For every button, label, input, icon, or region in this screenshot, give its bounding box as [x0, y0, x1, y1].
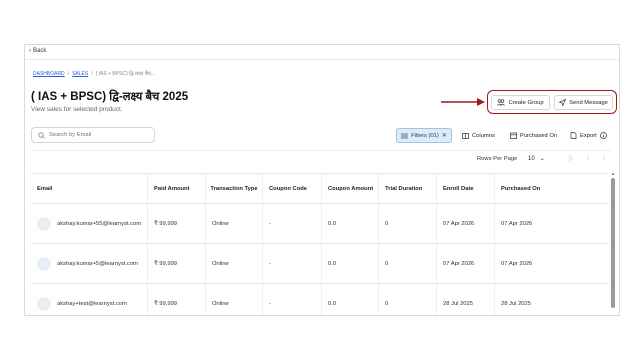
purchased-on-cell: 07 Apr 2026: [501, 260, 533, 267]
back-link[interactable]: ‹ Back: [29, 48, 46, 54]
coupon-amount-cell: 0.0: [322, 204, 379, 243]
send-icon: [559, 99, 567, 106]
column-header[interactable]: Coupon Code: [263, 174, 322, 203]
prev-page-icon[interactable]: ‹: [587, 155, 589, 162]
back-label: Back: [33, 48, 47, 54]
email-cell: akshay.kumar+55@learnyst.com: [31, 204, 148, 243]
next-page-icon[interactable]: ›: [603, 155, 605, 162]
enroll-date-cell: 28 Jul 2025: [437, 284, 495, 315]
divider: [25, 59, 619, 60]
annotation-arrow: [441, 98, 485, 106]
purchased-on-button[interactable]: Purchased On: [510, 128, 557, 143]
column-header[interactable]: Paid Amount: [148, 174, 206, 203]
coupon-amount-cell: 0.0: [322, 244, 379, 283]
column-header[interactable]: Transaction Type: [206, 174, 263, 203]
export-label: Export: [580, 132, 597, 139]
export-button[interactable]: Export: [570, 128, 607, 143]
first-page-icon[interactable]: |‹: [569, 155, 573, 162]
columns-icon: [462, 132, 469, 139]
avatar: [37, 256, 51, 271]
sales-table: Email Paid Amount Transaction Type Coupo…: [31, 173, 609, 315]
column-header[interactable]: Email: [31, 174, 148, 203]
chevron-down-icon: ⌄: [539, 156, 545, 162]
purchased-on-label: Purchased On: [520, 132, 558, 139]
filter-icon: [401, 133, 409, 138]
rows-per-page-value: 10: [528, 155, 535, 162]
table-header-row: Email Paid Amount Transaction Type Coupo…: [31, 174, 609, 204]
page-title: ( IAS + BPSC) द्वि-लक्ष्य बैच 2025: [31, 91, 189, 103]
app-window: ‹ Back DASHBOARD / SALES / ( IAS + BPSC)…: [24, 44, 620, 316]
breadcrumb-dashboard[interactable]: DASHBOARD: [33, 71, 65, 77]
paid-amount-cell: ₹ 99,999: [148, 204, 206, 243]
trial-duration-cell: 0: [379, 284, 437, 315]
vertical-scrollbar[interactable]: [611, 178, 615, 308]
search-input[interactable]: [49, 132, 149, 138]
send-message-button[interactable]: Send Message: [554, 95, 613, 110]
filters-label: Filters (01): [411, 132, 439, 139]
trial-duration-cell: 0: [379, 244, 437, 283]
email-value: akshay.kumar+5@learnyst.com: [57, 260, 139, 267]
group-icon: [497, 99, 506, 106]
rows-per-page-label: Rows Per Page: [477, 156, 518, 162]
email-value: akshay+test@learnyst.com: [57, 300, 127, 307]
table-row[interactable]: akshay+test@learnyst.com ₹ 99,999 Online…: [31, 284, 609, 315]
coupon-code-cell: -: [263, 284, 322, 315]
filters-button[interactable]: Filters (01) ✕: [396, 128, 452, 143]
purchased-on-cell: 28 Jul 2025: [501, 300, 531, 307]
avatar: [37, 296, 51, 311]
breadcrumb-sales[interactable]: SALES: [72, 71, 88, 77]
email-cell: akshay+test@learnyst.com: [31, 284, 148, 315]
breadcrumb-current: ( IAS + BPSC) द्वि-लक्ष्य बैच...: [95, 71, 156, 77]
close-icon[interactable]: ✕: [442, 132, 447, 139]
table-row[interactable]: akshay.kumar+5@learnyst.com ₹ 99,999 Onl…: [31, 244, 609, 284]
search-icon: [38, 131, 45, 139]
columns-label: Columns: [472, 132, 495, 139]
search-field[interactable]: [31, 127, 155, 143]
transaction-type-cell: Online: [206, 204, 263, 243]
create-group-button[interactable]: Create Group: [491, 95, 550, 110]
paid-amount-cell: ₹ 99,999: [148, 244, 206, 283]
enroll-date-cell: 07 Apr 2026: [437, 244, 495, 283]
create-group-label: Create Group: [508, 99, 544, 106]
divider: [31, 150, 611, 151]
table-row[interactable]: akshay.kumar+55@learnyst.com ₹ 99,999 On…: [31, 204, 609, 244]
breadcrumb-separator: /: [91, 71, 93, 77]
column-header[interactable]: Enroll Date: [437, 174, 495, 203]
info-icon[interactable]: [599, 132, 607, 139]
transaction-type-cell: Online: [206, 244, 263, 283]
rows-per-page-select[interactable]: 10 ⌄: [528, 155, 545, 163]
enroll-date-cell: 07 Apr 2026: [437, 204, 495, 243]
coupon-amount-cell: 0.0: [322, 284, 379, 315]
transaction-type-cell: Online: [206, 284, 263, 315]
paid-amount-cell: ₹ 99,999: [148, 284, 206, 315]
chevron-left-icon: ‹: [29, 48, 31, 54]
column-header[interactable]: Coupon Amount: [322, 174, 379, 203]
export-icon: [570, 132, 577, 139]
trial-duration-cell: 0: [379, 204, 437, 243]
breadcrumb-separator: /: [67, 71, 70, 77]
breadcrumb: DASHBOARD / SALES / ( IAS + BPSC) द्वि-ल…: [33, 71, 155, 77]
purchased-on-cell: 07 Apr 2026: [501, 220, 533, 227]
column-header[interactable]: Trial Duration: [379, 174, 437, 203]
email-value: akshay.kumar+55@learnyst.com: [57, 220, 142, 227]
columns-button[interactable]: Columns: [462, 128, 495, 143]
coupon-code-cell: -: [263, 244, 322, 283]
page-subtitle: View sales for selected product.: [31, 106, 123, 113]
scroll-up-icon[interactable]: ▲: [611, 171, 615, 176]
calendar-icon: [510, 132, 517, 139]
email-cell: akshay.kumar+5@learnyst.com: [31, 244, 148, 283]
column-header[interactable]: Purchased On: [495, 174, 609, 203]
coupon-code-cell: -: [263, 204, 322, 243]
send-message-label: Send Message: [569, 99, 608, 106]
avatar: [37, 216, 51, 231]
